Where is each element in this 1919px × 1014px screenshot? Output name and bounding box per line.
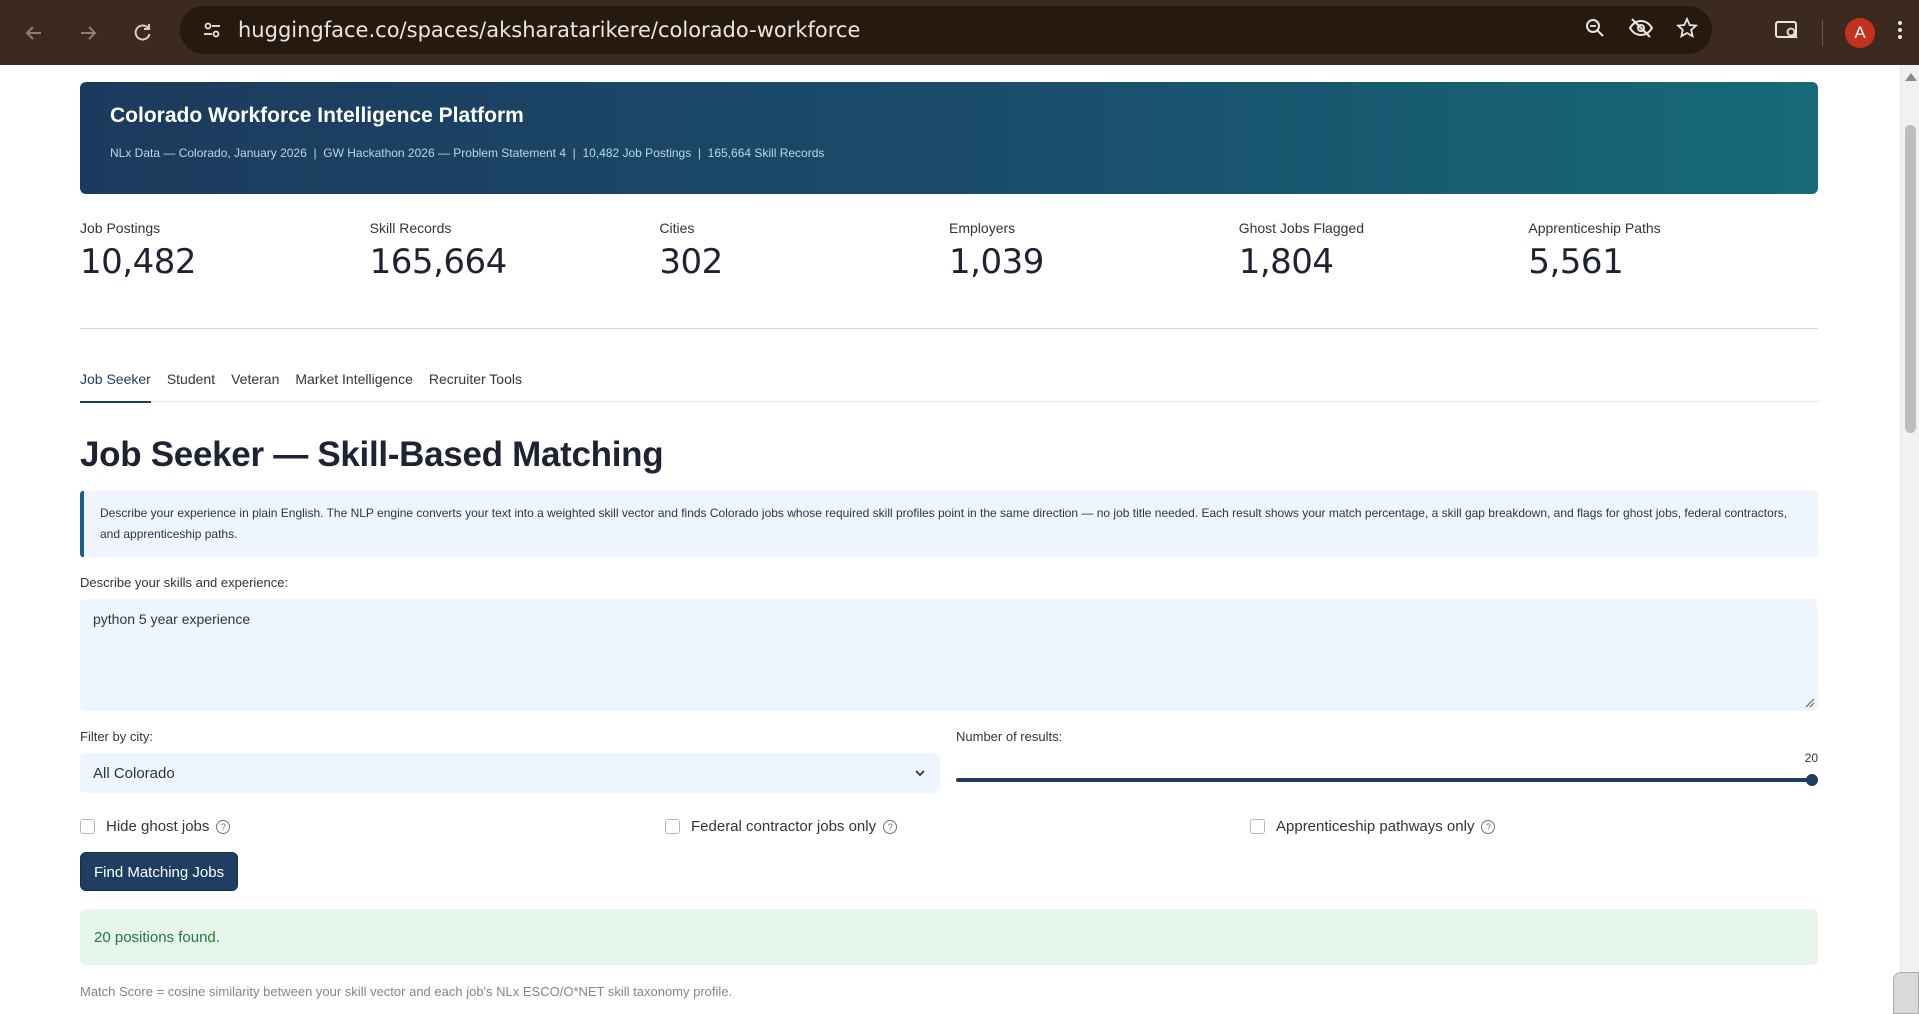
checkbox-label: Federal contractor jobs only <box>691 818 877 835</box>
slider-track[interactable] <box>956 778 1812 782</box>
metrics-row: Job Postings 10,482 Skill Records 165,66… <box>80 220 1818 282</box>
toolbar-separator <box>1822 19 1823 46</box>
slider-value: 20 <box>1804 751 1818 765</box>
tab-veteran[interactable]: Veteran <box>231 371 279 402</box>
address-bar[interactable]: huggingface.co/spaces/aksharatarikere/co… <box>180 6 1712 54</box>
back-icon[interactable] <box>7 6 61 60</box>
checkbox-label: Hide ghost jobs <box>106 818 210 835</box>
metric-label: Employers <box>949 220 1016 236</box>
metric-ghost-jobs: Ghost Jobs Flagged 1,804 <box>1239 220 1529 282</box>
skills-field-label: Describe your skills and experience: <box>80 575 289 590</box>
metric-value: 5,561 <box>1528 242 1624 282</box>
city-select[interactable]: All Colorado <box>80 753 940 793</box>
skills-textarea[interactable]: python 5 year experience <box>80 599 1818 711</box>
site-info-icon[interactable] <box>186 6 238 54</box>
floating-widget-avatar[interactable] <box>1893 972 1919 1014</box>
scroll-up-arrow-icon[interactable] <box>1905 73 1917 81</box>
metric-job-postings: Job Postings 10,482 <box>80 220 370 282</box>
apprenticeship-checkbox[interactable]: Apprenticeship pathways only ? <box>1250 818 1496 835</box>
resize-handle-icon[interactable] <box>1805 698 1815 708</box>
forward-icon[interactable] <box>61 6 115 60</box>
metric-label: Skill Records <box>369 220 452 236</box>
hide-ghost-jobs-checkbox[interactable]: Hide ghost jobs ? <box>80 818 665 835</box>
url-text: huggingface.co/spaces/aksharatarikere/co… <box>238 18 861 42</box>
page-scrollbar[interactable] <box>1900 65 1919 1014</box>
help-icon[interactable]: ? <box>216 819 231 834</box>
checkbox-box[interactable] <box>80 819 95 834</box>
filters-row: Filter by city: All Colorado Number of r… <box>80 729 1818 793</box>
info-callout: Describe your experience in plain Englis… <box>80 491 1818 557</box>
metric-skill-records: Skill Records 165,664 <box>370 220 660 282</box>
metric-label: Cities <box>659 220 695 236</box>
tab-student[interactable]: Student <box>167 371 215 402</box>
tab-bar: Job Seeker Student Veteran Market Intell… <box>80 371 1818 403</box>
header-banner: Colorado Workforce Intelligence Platform… <box>80 82 1818 194</box>
metric-label: Apprenticeship Paths <box>1528 220 1661 236</box>
help-icon[interactable]: ? <box>883 819 898 834</box>
page-title: Job Seeker — Skill-Based Matching <box>80 435 664 474</box>
scrollbar-thumb[interactable] <box>1905 125 1916 433</box>
metric-apprenticeship-paths: Apprenticeship Paths 5,561 <box>1528 220 1818 282</box>
federal-contractor-checkbox[interactable]: Federal contractor jobs only ? <box>665 818 1250 835</box>
tab-recruiter-tools[interactable]: Recruiter Tools <box>429 371 522 402</box>
menu-kebab-icon[interactable] <box>1897 19 1903 46</box>
metric-value: 1,804 <box>1238 242 1334 282</box>
help-icon[interactable]: ? <box>1481 819 1496 834</box>
reading-mode-icon[interactable] <box>1774 19 1800 46</box>
checkbox-box[interactable] <box>665 819 680 834</box>
metric-employers: Employers 1,039 <box>949 220 1239 282</box>
reload-icon[interactable] <box>115 6 169 60</box>
zoom-icon[interactable] <box>1584 17 1606 44</box>
section-divider <box>80 328 1818 329</box>
find-matching-jobs-button[interactable]: Find Matching Jobs <box>80 852 239 891</box>
success-alert: 20 positions found. <box>80 909 1818 965</box>
app-container: Colorado Workforce Intelligence Platform… <box>80 82 1818 999</box>
metric-value: 10,482 <box>80 242 196 282</box>
tab-market-intelligence[interactable]: Market Intelligence <box>295 371 413 402</box>
metric-label: Job Postings <box>80 220 161 236</box>
metric-value: 1,039 <box>949 242 1044 282</box>
app-subtitle: NLx Data — Colorado, January 2026 | GW H… <box>110 146 825 160</box>
slider-thumb[interactable] <box>1806 774 1818 786</box>
skills-textarea-value: python 5 year experience <box>93 611 251 627</box>
profile-avatar[interactable]: A <box>1845 17 1875 48</box>
checkbox-label: Apprenticeship pathways only <box>1276 818 1475 835</box>
tab-job-seeker[interactable]: Job Seeker <box>80 371 151 403</box>
success-text: 20 positions found. <box>94 928 220 946</box>
city-select-value: All Colorado <box>93 764 175 782</box>
chevron-down-icon <box>915 770 925 777</box>
results-slider[interactable]: 20 <box>956 751 1818 787</box>
tracking-protection-icon[interactable] <box>1628 17 1654 44</box>
app-title: Colorado Workforce Intelligence Platform <box>110 104 524 127</box>
match-score-caption: Match Score = cosine similarity between … <box>80 984 733 999</box>
metric-value: 302 <box>659 242 723 282</box>
metric-cities: Cities 302 <box>659 220 949 282</box>
browser-toolbar: huggingface.co/spaces/aksharatarikere/co… <box>0 0 1919 65</box>
bookmark-star-icon[interactable] <box>1675 16 1699 44</box>
checkbox-row: Hide ghost jobs ? Federal contractor job… <box>80 818 1818 835</box>
results-count-label: Number of results: <box>956 729 1063 744</box>
city-filter-label: Filter by city: <box>80 729 153 744</box>
metric-label: Ghost Jobs Flagged <box>1238 220 1364 236</box>
checkbox-box[interactable] <box>1250 819 1265 834</box>
metric-value: 165,664 <box>369 242 508 282</box>
